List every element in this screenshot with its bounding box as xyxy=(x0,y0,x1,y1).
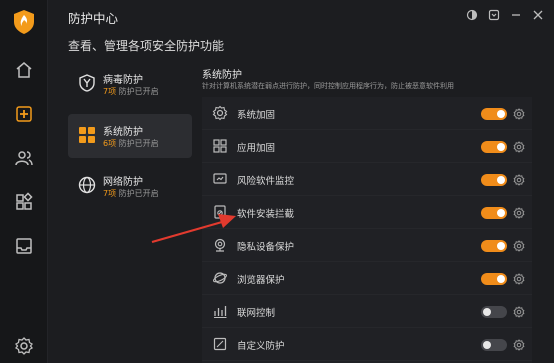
page-title: 查看、管理各项安全防护功能 xyxy=(68,39,225,53)
list-item: 自定义防护 xyxy=(202,328,532,361)
category-name: 网络防护 xyxy=(103,177,143,188)
item-label: 应用加固 xyxy=(237,143,276,154)
globe-icon xyxy=(77,175,97,195)
settings-gear-icon[interactable] xyxy=(513,339,525,351)
list-item: 系统加固 xyxy=(202,97,532,130)
category-status-text: 防护已开启 xyxy=(118,139,159,148)
custom-icon xyxy=(212,336,228,352)
category-status-text: 防护已开启 xyxy=(118,189,159,198)
settings-gear-icon[interactable] xyxy=(513,240,525,252)
category-count: 7项 xyxy=(103,189,117,198)
category-system-protection[interactable]: 系统防护 6项 防护已开启 xyxy=(68,114,192,158)
settings-gear-icon[interactable] xyxy=(513,174,525,186)
install-block-icon xyxy=(212,204,228,220)
item-label: 系统加固 xyxy=(237,110,276,121)
category-name: 系统防护 xyxy=(103,127,143,138)
panel-title: 系统防护 xyxy=(202,70,242,81)
close-icon[interactable] xyxy=(532,9,544,21)
webcam-icon xyxy=(212,237,228,253)
toggle-switch[interactable] xyxy=(481,306,507,318)
item-label: 风险软件监控 xyxy=(237,176,295,187)
browser-icon xyxy=(212,270,228,286)
shield-y-icon xyxy=(77,73,97,93)
feature-list: 系统加固 应用加固 风险软件监控 软件安装拦截 隐私设备保护 浏览器保护 联网控… xyxy=(202,97,532,363)
apps-icon xyxy=(212,138,228,154)
category-status: 7项 防护已开启 xyxy=(103,188,159,199)
toggle-switch[interactable] xyxy=(481,339,507,351)
protection-icon[interactable] xyxy=(14,104,34,124)
category-status-text: 防护已开启 xyxy=(118,87,159,96)
toggle-switch[interactable] xyxy=(481,240,507,252)
users-icon[interactable] xyxy=(14,148,34,168)
category-status: 6项 防护已开启 xyxy=(103,138,159,149)
grid-icon xyxy=(77,125,97,145)
title-bar: 防护中心 xyxy=(48,0,554,30)
menu-dropdown-icon[interactable] xyxy=(488,9,500,21)
settings-icon[interactable] xyxy=(14,336,34,356)
item-label: 联网控制 xyxy=(237,308,276,319)
toggle-switch[interactable] xyxy=(481,273,507,285)
item-label: 浏览器保护 xyxy=(237,275,285,286)
settings-gear-icon[interactable] xyxy=(513,273,525,285)
category-network-protection[interactable]: 网络防护 7项 防护已开启 xyxy=(68,164,192,208)
list-item: 联网控制 xyxy=(202,295,532,328)
toggle-switch[interactable] xyxy=(481,108,507,120)
settings-gear-icon[interactable] xyxy=(513,207,525,219)
minimize-icon[interactable] xyxy=(510,9,522,21)
settings-gear-icon[interactable] xyxy=(513,141,525,153)
list-item: 风险软件监控 xyxy=(202,163,532,196)
app-title: 防护中心 xyxy=(68,11,119,26)
item-label: 软件安装拦截 xyxy=(237,209,295,220)
home-icon[interactable] xyxy=(14,60,34,80)
category-count: 7项 xyxy=(103,87,117,96)
list-item: 软件安装拦截 xyxy=(202,196,532,229)
category-count: 6项 xyxy=(103,139,117,148)
item-label: 隐私设备保护 xyxy=(237,242,295,253)
theme-toggle-icon[interactable] xyxy=(466,9,478,21)
category-status: 7项 防护已开启 xyxy=(103,86,159,97)
settings-gear-icon[interactable] xyxy=(513,306,525,318)
item-label: 自定义防护 xyxy=(237,341,285,352)
list-item: 应用加固 xyxy=(202,130,532,163)
network-icon xyxy=(212,303,228,319)
category-name: 病毒防护 xyxy=(103,75,143,86)
inbox-icon[interactable] xyxy=(14,236,34,256)
toggle-switch[interactable] xyxy=(481,174,507,186)
list-item: 隐私设备保护 xyxy=(202,229,532,262)
toggle-switch[interactable] xyxy=(481,207,507,219)
monitor-icon xyxy=(212,171,228,187)
toggle-switch[interactable] xyxy=(481,141,507,153)
settings-gear-icon[interactable] xyxy=(513,108,525,120)
gear-shield-icon xyxy=(212,105,228,121)
panel-description: 针对计算机系统潜在弱点进行防护，同时控制应用程序行为，防止被恶意软件利用 xyxy=(202,82,454,90)
category-virus-protection[interactable]: 病毒防护 7项 防护已开启 xyxy=(68,62,192,106)
logo-icon xyxy=(12,9,36,35)
left-rail xyxy=(0,0,48,363)
list-item: 浏览器保护 xyxy=(202,262,532,295)
apps-grid-icon[interactable] xyxy=(14,192,34,212)
